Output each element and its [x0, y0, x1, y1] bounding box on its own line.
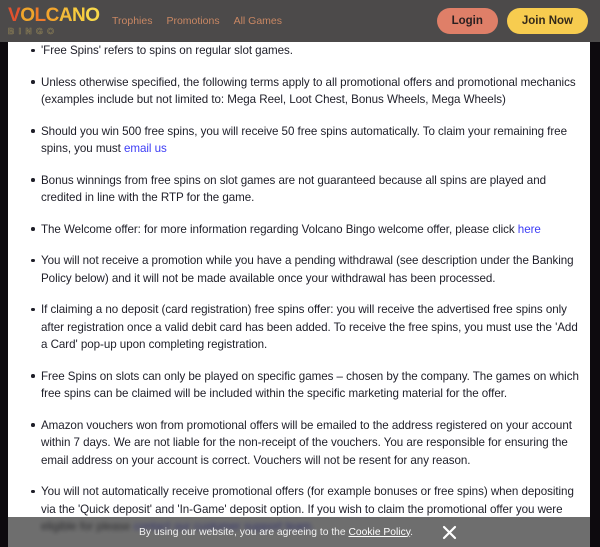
term-list-item: Should you win 500 free spins, you will … — [8, 123, 590, 158]
logo-letter-c: C — [45, 5, 60, 27]
login-button[interactable]: Login — [436, 8, 498, 34]
term-text: Unless otherwise specified, the followin… — [41, 75, 576, 107]
term-inline-link[interactable]: email us — [124, 142, 167, 155]
nav-link-promotions[interactable]: Promotions — [166, 15, 219, 27]
terms-content-panel[interactable]: 'Free Spins' refers to spins on regular … — [8, 42, 590, 547]
term-list-item: Bonus winnings from free spins on slot g… — [8, 172, 590, 207]
close-icon[interactable] — [439, 522, 459, 542]
logo-letter-l: L — [34, 5, 46, 27]
terms-and-conditions-list: 'Free Spins' refers to spins on regular … — [8, 42, 590, 547]
term-list-item: The Welcome offer: for more information … — [8, 221, 590, 239]
term-list-item: 'Free Spins' refers to spins on regular … — [8, 42, 590, 60]
term-text: 'Free Spins' refers to spins on regular … — [41, 44, 293, 57]
cookie-message-before: By using our website, you are agreeing t… — [139, 526, 349, 538]
term-list-item: Free Spins on slots can only be played o… — [8, 368, 590, 403]
term-text: The Welcome offer: for more information … — [41, 222, 518, 236]
term-text: Should you win 500 free spins, you will … — [41, 124, 567, 156]
term-text: Amazon vouchers won from promotional off… — [41, 418, 572, 467]
header-actions: Login Join Now — [436, 8, 588, 34]
term-list-item: Unless otherwise specified, the followin… — [8, 74, 590, 109]
logo-letter-v: V — [8, 5, 21, 27]
logo-subtitle: BINGO — [8, 26, 59, 37]
join-now-button[interactable]: Join Now — [506, 8, 588, 34]
term-text: You will not receive a promotion while y… — [41, 254, 574, 285]
term-text: Free Spins on slots can only be played o… — [41, 369, 579, 401]
cookie-message-after: . — [410, 526, 413, 538]
logo-letter-o2: O — [85, 5, 100, 27]
logo-letter-o1: O — [20, 5, 35, 27]
site-logo[interactable]: V O L C A N O BINGO — [8, 6, 104, 36]
cookie-consent-banner: By using our website, you are agreeing t… — [8, 517, 590, 547]
cookie-banner-message: By using our website, you are agreeing t… — [139, 527, 413, 538]
term-text: If claiming a no deposit (card registrat… — [41, 303, 578, 351]
site-header: V O L C A N O BINGO Trophies Promotions … — [0, 0, 600, 42]
term-list-item: If claiming a no deposit (card registrat… — [8, 301, 590, 354]
logo-letter-n: N — [72, 5, 86, 27]
logo-letter-a-volcano: A — [58, 5, 73, 27]
nav-link-trophies[interactable]: Trophies — [112, 15, 152, 27]
nav-link-all-games[interactable]: All Games — [234, 15, 282, 27]
term-list-item: You will not receive a promotion while y… — [8, 252, 590, 287]
term-inline-link[interactable]: here — [518, 223, 541, 236]
term-list-item: Amazon vouchers won from promotional off… — [8, 417, 590, 470]
logo-wordmark: V O L C A N O — [8, 6, 100, 25]
term-text: Bonus winnings from free spins on slot g… — [41, 173, 546, 205]
page-root: V O L C A N O BINGO Trophies Promotions … — [0, 0, 600, 547]
cookie-policy-link[interactable]: Cookie Policy — [349, 527, 411, 538]
main-navigation: Trophies Promotions All Games — [112, 15, 437, 27]
